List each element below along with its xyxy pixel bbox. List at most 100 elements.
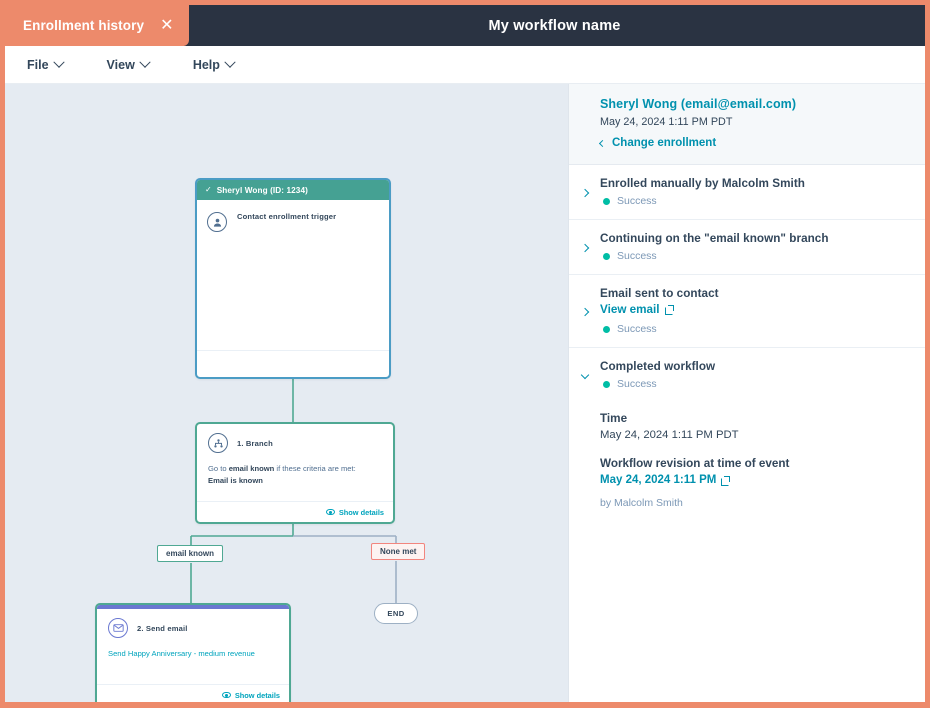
- menu-file-label: File: [27, 57, 49, 72]
- menu-view[interactable]: View: [103, 54, 167, 76]
- panel-contact-link[interactable]: Sheryl Wong (email@email.com): [600, 97, 907, 111]
- email-asset-link[interactable]: Happy Anniversary - medium revenue: [128, 649, 255, 658]
- branch-path-label-none-met[interactable]: None met: [371, 543, 426, 560]
- email-description: Send Happy Anniversary - medium revenue: [108, 649, 278, 658]
- menu-file[interactable]: File: [23, 54, 81, 76]
- event-title: Enrolled manually by Malcolm Smith: [600, 177, 805, 190]
- event-title: Continuing on the "email known" branch: [600, 232, 829, 245]
- external-link-icon: [721, 475, 731, 486]
- status-dot-icon: [603, 197, 610, 205]
- status-badge: Success: [600, 250, 907, 262]
- close-icon[interactable]: ✕: [160, 17, 173, 34]
- chevron-right-icon: [580, 188, 589, 198]
- trigger-card-footer: [197, 350, 389, 377]
- email-step-label: 2. Send email: [137, 623, 188, 633]
- event-row-email-sent[interactable]: Email sent to contact View email Success: [569, 275, 925, 348]
- branch-card-footer: Show details: [197, 501, 393, 522]
- window-titlebar: My workflow name: [184, 5, 925, 46]
- branch-card-body: 1. Branch Go to email known if these cri…: [197, 424, 393, 493]
- workflow-canvas[interactable]: ✓ Sheryl Wong (ID: 1234) Contact enrollm…: [5, 84, 568, 702]
- tab-label: Enrollment history: [23, 18, 145, 33]
- status-label: Success: [617, 250, 657, 262]
- check-icon: ✓: [205, 185, 212, 194]
- branch-criteria: Email is known: [208, 475, 263, 485]
- trigger-card-header: ✓ Sheryl Wong (ID: 1234): [197, 180, 389, 200]
- email-icon: [108, 618, 128, 638]
- branch-text-prefix: Go to: [208, 464, 229, 473]
- app-body: ✓ Sheryl Wong (ID: 1234) Contact enrollm…: [5, 84, 925, 702]
- event-content: Continuing on the "email known" branch S…: [600, 232, 907, 262]
- chevron-right-icon: [580, 307, 589, 317]
- status-label: Success: [617, 323, 657, 335]
- trigger-label: Contact enrollment trigger: [237, 212, 337, 221]
- status-dot-icon: [603, 325, 610, 333]
- detail-revision-label: May 24, 2024 1:11 PM: [600, 474, 717, 486]
- status-badge: Success: [600, 378, 907, 390]
- contact-person-icon: [207, 212, 227, 232]
- email-text-prefix: Send: [108, 649, 128, 658]
- external-link-icon: [664, 305, 674, 315]
- detail-revision-link[interactable]: May 24, 2024 1:11 PM: [600, 474, 731, 486]
- menu-bar: File View Help: [5, 46, 925, 84]
- event-title: Completed workflow: [600, 360, 716, 373]
- chevron-right-icon: [580, 243, 589, 253]
- detail-time-heading: Time: [600, 412, 628, 425]
- view-email-link[interactable]: View email: [600, 303, 674, 316]
- collapse-toggle[interactable]: [569, 360, 600, 390]
- menu-view-label: View: [106, 57, 135, 72]
- event-row-continuing-branch[interactable]: Continuing on the "email known" branch S…: [569, 220, 925, 275]
- branch-card[interactable]: 1. Branch Go to email known if these cri…: [195, 422, 395, 524]
- enrollment-history-panel: Sheryl Wong (email@email.com) May 24, 20…: [568, 84, 925, 702]
- trigger-card-body: Contact enrollment trigger: [197, 200, 389, 350]
- email-card-footer: Show details: [97, 684, 289, 702]
- eye-icon: [221, 692, 231, 698]
- eye-icon: [325, 509, 335, 515]
- chevron-down-icon: [52, 56, 65, 68]
- chevron-down-icon: [580, 370, 589, 379]
- expand-toggle[interactable]: [569, 177, 600, 207]
- branch-show-details-link[interactable]: Show details: [339, 508, 384, 517]
- chevron-down-icon: [139, 56, 151, 68]
- expand-toggle[interactable]: [569, 287, 600, 335]
- branch-icon: [208, 433, 228, 453]
- detail-time-value: May 24, 2024 1:11 PM PDT: [600, 429, 739, 441]
- branch-text-bold: email known: [228, 464, 275, 473]
- email-show-details-link[interactable]: Show details: [235, 691, 280, 700]
- status-label: Success: [617, 378, 657, 390]
- trigger-contact-name: Sheryl Wong (ID: 1234): [216, 185, 308, 195]
- event-row-completed-workflow[interactable]: Completed workflow Success: [569, 348, 925, 396]
- status-label: Success: [617, 195, 657, 207]
- event-content: Enrolled manually by Malcolm Smith Succe…: [600, 177, 907, 207]
- status-dot-icon: [603, 252, 610, 260]
- change-enrollment-link[interactable]: Change enrollment: [598, 137, 907, 149]
- view-email-label: View email: [600, 303, 660, 316]
- tab-enrollment-history[interactable]: Enrollment history ✕: [5, 5, 190, 46]
- status-badge: Success: [600, 323, 907, 335]
- event-content: Completed workflow Success: [600, 360, 907, 390]
- event-row-enrolled-manually[interactable]: Enrolled manually by Malcolm Smith Succe…: [569, 165, 925, 220]
- event-title: Email sent to contact: [600, 287, 719, 300]
- panel-enrollment-date: May 24, 2024 1:11 PM PDT: [600, 116, 733, 128]
- send-email-card[interactable]: 2. Send email Send Happy Anniversary - m…: [95, 603, 291, 702]
- branch-text-suffix: if these criteria are met:: [274, 464, 356, 473]
- chevron-down-icon: [224, 56, 236, 68]
- workflow-app-window: My workflow name Enrollment history ✕ Fi…: [0, 0, 930, 708]
- branch-label: 1. Branch: [237, 438, 273, 448]
- end-node-none-met[interactable]: END: [374, 603, 418, 624]
- expand-toggle[interactable]: [569, 232, 600, 262]
- branch-description: Go to email known if these criteria are …: [208, 463, 382, 487]
- workflow-title: My workflow name: [488, 17, 621, 34]
- event-details: Time May 24, 2024 1:11 PM PDT Workflow r…: [569, 412, 925, 509]
- enrollment-trigger-card[interactable]: ✓ Sheryl Wong (ID: 1234) Contact enrollm…: [195, 178, 391, 379]
- detail-revision-author: by Malcolm Smith: [600, 497, 683, 509]
- menu-help-label: Help: [192, 57, 220, 72]
- event-content: Email sent to contact View email Success: [600, 287, 907, 335]
- chevron-left-icon: [598, 139, 607, 147]
- branch-path-label-email-known[interactable]: email known: [157, 545, 224, 562]
- change-enrollment-label: Change enrollment: [612, 137, 717, 149]
- panel-header: Sheryl Wong (email@email.com) May 24, 20…: [569, 84, 925, 165]
- status-badge: Success: [600, 195, 907, 207]
- menu-help[interactable]: Help: [189, 54, 252, 76]
- top-bar: My workflow name Enrollment history ✕: [5, 5, 925, 46]
- status-dot-icon: [603, 380, 610, 388]
